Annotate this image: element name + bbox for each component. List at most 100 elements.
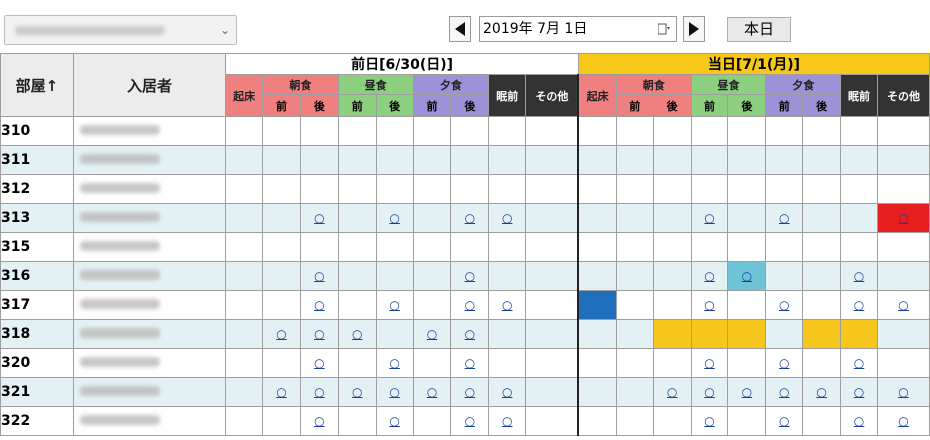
medication-cell[interactable]: ○	[375, 406, 414, 436]
medication-cell[interactable]	[525, 203, 579, 233]
medication-cell[interactable]: ○	[262, 377, 301, 407]
medication-cell[interactable]	[615, 174, 654, 204]
medication-cell[interactable]: ○	[727, 261, 767, 291]
medication-cell[interactable]	[375, 174, 414, 204]
medication-cell[interactable]	[876, 232, 930, 262]
medication-cell[interactable]	[577, 319, 617, 349]
medication-cell[interactable]	[727, 174, 767, 204]
medication-cell[interactable]	[450, 145, 490, 175]
medication-cell[interactable]: ○	[765, 406, 804, 436]
medication-cell[interactable]	[652, 232, 692, 262]
medication-cell[interactable]	[412, 406, 452, 436]
medication-cell[interactable]: ○	[262, 319, 301, 349]
medication-cell[interactable]	[375, 232, 414, 262]
medication-cell[interactable]	[690, 232, 729, 262]
medication-cell[interactable]	[488, 319, 527, 349]
medication-cell[interactable]	[337, 290, 377, 320]
medication-cell[interactable]	[525, 377, 579, 407]
medication-cell[interactable]	[225, 261, 264, 291]
medication-cell[interactable]	[225, 406, 264, 436]
medication-cell[interactable]	[488, 116, 527, 146]
medication-cell[interactable]: ○	[299, 377, 339, 407]
medication-cell[interactable]	[375, 319, 414, 349]
medication-cell[interactable]	[727, 232, 767, 262]
medication-cell[interactable]	[577, 261, 617, 291]
medication-cell[interactable]: ○	[375, 377, 414, 407]
medication-cell[interactable]: ○	[450, 406, 490, 436]
medication-cell[interactable]	[652, 145, 692, 175]
medication-cell[interactable]	[525, 232, 579, 262]
medication-cell[interactable]	[225, 290, 264, 320]
medication-cell[interactable]: ○	[488, 290, 527, 320]
medication-cell[interactable]	[412, 261, 452, 291]
medication-cell[interactable]	[615, 145, 654, 175]
medication-cell[interactable]	[652, 319, 692, 349]
medication-cell[interactable]	[450, 174, 490, 204]
medication-cell[interactable]	[375, 261, 414, 291]
medication-cell[interactable]	[225, 377, 264, 407]
medication-cell[interactable]	[262, 232, 301, 262]
resident-name[interactable]	[72, 232, 227, 262]
medication-cell[interactable]: ○	[690, 261, 729, 291]
medication-cell[interactable]	[727, 406, 767, 436]
medication-cell[interactable]	[525, 290, 579, 320]
medication-cell[interactable]	[262, 203, 301, 233]
medication-cell[interactable]: ○	[690, 348, 729, 378]
medication-cell[interactable]: ○	[450, 348, 490, 378]
medication-cell[interactable]: ○	[765, 203, 804, 233]
medication-cell[interactable]: ○	[840, 290, 878, 320]
medication-cell[interactable]	[615, 232, 654, 262]
medication-cell[interactable]	[615, 203, 654, 233]
medication-cell[interactable]	[262, 290, 301, 320]
medication-cell[interactable]	[577, 377, 617, 407]
calendar-dropdown-icon[interactable]	[658, 23, 670, 35]
medication-cell[interactable]	[727, 145, 767, 175]
today-button[interactable]: 本日	[727, 17, 791, 42]
medication-cell[interactable]	[802, 261, 842, 291]
medication-cell[interactable]	[577, 232, 617, 262]
medication-cell[interactable]: ○	[450, 261, 490, 291]
medication-cell[interactable]	[840, 203, 878, 233]
medication-cell[interactable]	[337, 348, 377, 378]
medication-cell[interactable]	[876, 145, 930, 175]
medication-cell[interactable]	[876, 348, 930, 378]
medication-cell[interactable]	[225, 145, 264, 175]
medication-cell[interactable]	[488, 348, 527, 378]
medication-cell[interactable]	[802, 232, 842, 262]
medication-cell[interactable]	[615, 290, 654, 320]
medication-cell[interactable]: ○	[375, 348, 414, 378]
medication-cell[interactable]: ○	[690, 290, 729, 320]
medication-cell[interactable]	[615, 116, 654, 146]
medication-cell[interactable]	[225, 232, 264, 262]
medication-cell[interactable]: ○	[299, 406, 339, 436]
medication-cell[interactable]	[488, 174, 527, 204]
medication-cell[interactable]: ○	[299, 203, 339, 233]
medication-cell[interactable]	[615, 406, 654, 436]
medication-cell[interactable]	[615, 348, 654, 378]
room-header[interactable]: 部屋↑	[0, 53, 74, 117]
medication-cell[interactable]	[488, 261, 527, 291]
medication-cell[interactable]: ○	[450, 377, 490, 407]
medication-cell[interactable]	[802, 290, 842, 320]
medication-cell[interactable]: ○	[299, 348, 339, 378]
medication-cell[interactable]: ○	[488, 203, 527, 233]
medication-cell[interactable]	[840, 116, 878, 146]
medication-cell[interactable]	[525, 116, 579, 146]
medication-cell[interactable]	[262, 348, 301, 378]
medication-cell[interactable]	[525, 174, 579, 204]
medication-cell[interactable]	[525, 261, 579, 291]
medication-cell[interactable]	[525, 319, 579, 349]
date-input[interactable]: 2019年 7月 1日	[479, 16, 677, 42]
medication-cell[interactable]	[337, 116, 377, 146]
medication-cell[interactable]	[337, 406, 377, 436]
resident-name[interactable]	[72, 406, 227, 436]
medication-cell[interactable]: ○	[840, 377, 878, 407]
medication-cell[interactable]	[525, 348, 579, 378]
resident-name[interactable]	[72, 348, 227, 378]
medication-cell[interactable]	[765, 174, 804, 204]
medication-cell[interactable]	[652, 261, 692, 291]
medication-cell[interactable]	[525, 145, 579, 175]
medication-cell[interactable]: ○	[652, 377, 692, 407]
medication-cell[interactable]	[765, 145, 804, 175]
medication-cell[interactable]	[765, 261, 804, 291]
